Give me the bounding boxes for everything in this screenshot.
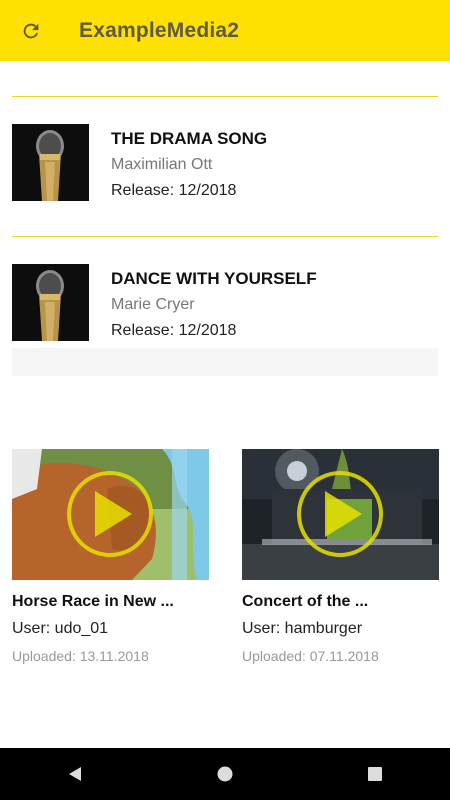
video-user: User: hamburger xyxy=(242,620,363,637)
system-navigation-bar xyxy=(0,748,450,800)
app-title: ExampleMedia2 xyxy=(79,18,240,42)
video-user: User: udo_01 xyxy=(12,620,109,637)
video-title: Concert of the ... xyxy=(242,593,369,610)
refresh-icon xyxy=(23,23,39,38)
video-upload-date: Uploaded: 13.11.2018 xyxy=(12,648,149,664)
song-title: THE DRAMA SONG xyxy=(111,129,268,148)
microphone-image xyxy=(12,264,89,341)
video-card[interactable]: Concert of the ... User: hamburger Uploa… xyxy=(242,449,439,666)
song-release: Release: 12/2018 xyxy=(111,182,237,199)
recents-button[interactable] xyxy=(345,748,405,800)
recents-square-icon xyxy=(368,767,382,781)
divider xyxy=(12,96,438,97)
play-icon[interactable] xyxy=(12,449,209,580)
video-card[interactable]: Horse Race in New ... User: udo_01 Uploa… xyxy=(12,449,209,666)
home-circle-icon xyxy=(217,766,233,782)
song-release: Release: 12/2018 xyxy=(111,322,237,339)
microphone-image xyxy=(12,124,89,201)
song-thumbnail xyxy=(12,264,89,341)
refresh-button[interactable] xyxy=(0,0,62,61)
back-triangle-icon xyxy=(69,767,81,781)
song-item[interactable]: THE DRAMA SONG Maximilian Ott Release: 1… xyxy=(12,124,438,202)
app-bar: ExampleMedia2 xyxy=(0,0,450,61)
video-thumbnail[interactable] xyxy=(12,449,209,580)
video-thumbnail[interactable] xyxy=(242,449,439,580)
song-title: DANCE WITH YOURSELF xyxy=(111,269,317,288)
back-button[interactable] xyxy=(45,748,105,800)
song-item[interactable]: DANCE WITH YOURSELF Marie Cryer Release:… xyxy=(12,264,438,342)
list-footer xyxy=(12,348,438,376)
song-artist: Maximilian Ott xyxy=(111,156,213,173)
divider xyxy=(12,236,438,237)
home-button[interactable] xyxy=(195,748,255,800)
video-upload-date: Uploaded: 07.11.2018 xyxy=(242,648,379,664)
song-thumbnail xyxy=(12,124,89,201)
video-title: Horse Race in New ... xyxy=(12,593,174,610)
play-icon[interactable] xyxy=(242,449,439,580)
song-artist: Marie Cryer xyxy=(111,296,195,313)
